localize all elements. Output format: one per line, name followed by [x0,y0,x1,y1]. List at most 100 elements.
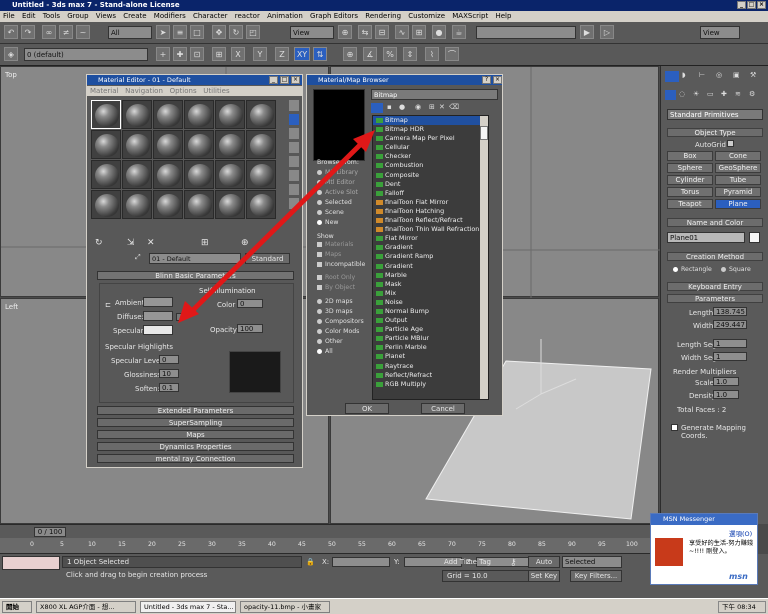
sample-slot[interactable] [91,190,121,219]
mirror-icon[interactable]: ⇆ [358,25,372,39]
cylinder-button[interactable]: Cylinder [667,175,713,185]
modify-tab-icon[interactable]: ◗ [682,71,686,79]
angle-snap-icon[interactable]: ∡ [363,47,377,61]
rollout-mental-ray[interactable]: mental ray Connection [97,454,294,463]
sample-slot[interactable] [122,130,152,159]
menu-maxscript[interactable]: MAXScript [452,12,488,20]
link-icon[interactable]: ∞ [42,25,56,39]
systems-icon[interactable]: ⚙ [749,90,755,98]
view-list-icon[interactable] [371,103,383,113]
rollout-maps[interactable]: Maps [97,430,294,439]
density-spinner[interactable]: 1.0 [713,390,739,399]
browser-help-button[interactable]: ? [482,76,491,84]
sphere-button[interactable]: Sphere [667,163,713,173]
geometry-icon[interactable] [665,90,676,100]
rollout-extended[interactable]: Extended Parameters [97,406,294,415]
opacity-spinner[interactable]: 100 [237,324,263,333]
glossiness-spinner[interactable]: 10 [159,369,179,378]
list-item[interactable]: Bitmap [373,116,488,126]
list-item[interactable]: Particle MBlur [373,334,488,343]
menu-help[interactable]: Help [495,12,511,20]
select-object-icon[interactable]: ➤ [156,25,170,39]
axis-x-button[interactable]: X [231,47,245,61]
msn-popup[interactable]: MSN Messenger 選項(O) 享受好的生活-努力賺錢~!!!! 剛登入… [650,513,758,585]
helpers-icon[interactable]: ✚ [721,90,727,98]
list-item[interactable]: Gradient Ramp [373,252,488,261]
axis-plane-icon[interactable]: ⇅ [313,47,327,61]
maxscript-listener[interactable] [2,556,60,570]
keyboard-entry-rollout[interactable]: Keyboard Entry [667,282,763,291]
rollout-supersampling[interactable]: SuperSampling [97,418,294,427]
menu-character[interactable]: Character [193,12,228,20]
percent-snap-icon[interactable]: % [383,47,397,61]
auto-key-button[interactable]: Auto Key [528,556,560,577]
rotate-icon[interactable]: ↻ [229,25,243,39]
material-editor-minimize[interactable]: _ [269,76,278,84]
list-item[interactable]: Camera Map Per Pixel [373,134,488,143]
bone-tools-icon[interactable]: ⌇ [425,47,439,61]
update-scene-icon[interactable]: ⊞ [429,103,435,111]
pick-material-icon[interactable]: ⤢ [135,253,143,262]
list-item[interactable]: Particle Age [373,325,488,334]
sample-slot[interactable] [91,160,121,189]
radio-all[interactable]: All [317,348,333,355]
menu-tools[interactable]: Tools [43,12,60,20]
sample-slot[interactable] [122,100,152,129]
diffuse-swatch[interactable] [143,311,173,321]
radio-color-mods[interactable]: Color Mods [317,328,359,335]
me-menu-material[interactable]: Material [90,87,118,95]
view-large-icons-icon[interactable]: ◉ [415,103,421,111]
track-bar[interactable]: 0 5 10 15 20 25 30 35 40 45 50 55 60 65 … [0,538,660,554]
material-editor-icon[interactable]: ● [432,25,446,39]
delete-from-lib-icon[interactable]: ✕ [439,103,445,111]
specular-swatch[interactable] [143,325,173,335]
sample-slot[interactable] [122,190,152,219]
me-menu-utilities[interactable]: Utilities [203,87,229,95]
browser-cancel-button[interactable]: Cancel [421,403,465,414]
quick-render-icon[interactable]: ▶ [580,25,594,39]
object-color-swatch[interactable] [749,232,760,243]
length-spinner[interactable]: 138.745 [713,307,747,316]
geosphere-button[interactable]: GeoSphere [715,163,761,173]
axis-z-button[interactable]: Z [275,47,289,61]
list-item[interactable]: finalToon Reflect/Refract [373,216,488,225]
list-item[interactable]: Planet [373,352,488,361]
get-material-icon[interactable]: ↻ [95,238,103,248]
browser-name-field[interactable]: Bitmap [371,89,498,100]
display-tab-icon[interactable]: ▣ [733,71,740,79]
list-item[interactable]: Cellular [373,143,488,152]
layer-props-icon[interactable]: ⊞ [212,47,226,61]
radio-other[interactable]: Other [317,338,343,345]
align-icon[interactable]: ⊟ [375,25,389,39]
list-item[interactable]: RGB Multiply [373,380,488,389]
primitive-category-dropdown[interactable]: Standard Primitives [667,109,763,120]
menu-rendering[interactable]: Rendering [365,12,401,20]
list-item[interactable]: Dent [373,180,488,189]
browser-close-button[interactable]: × [493,76,502,84]
list-item[interactable]: Normal Bump [373,307,488,316]
spec-level-spinner[interactable]: 0 [159,355,179,364]
list-scroll-thumb[interactable] [480,126,488,140]
msn-options-link[interactable]: 選項(O) [729,528,752,538]
key-filters-button[interactable]: Key Filters... [570,570,622,582]
render-last-icon[interactable]: ▷ [600,25,614,39]
shapes-icon[interactable]: ◌ [679,90,685,98]
menu-animation[interactable]: Animation [267,12,303,20]
curve-editor-icon[interactable]: ∿ [395,25,409,39]
ambient-lock-icon[interactable]: ⊏ [105,301,111,309]
spacewarps-icon[interactable]: ≋ [735,90,741,98]
time-slider[interactable]: 0 / 100 [0,524,660,538]
start-button[interactable]: 開始 [2,601,32,613]
bind-spacewarp-icon[interactable]: ~ [76,25,90,39]
taskbar-item[interactable]: X800 XL AGP介面 - 想... [36,601,136,613]
menu-reactor[interactable]: reactor [235,12,260,20]
list-item[interactable]: finalToon Hatching [373,207,488,216]
list-item[interactable]: Composite [373,171,488,180]
time-slider-thumb[interactable]: 0 / 100 [34,527,66,537]
list-item[interactable]: Output [373,316,488,325]
list-item[interactable]: Falloff [373,189,488,198]
redo-icon[interactable]: ↷ [21,25,35,39]
creation-method-rollout[interactable]: Creation Method [667,252,763,261]
menu-customize[interactable]: Customize [408,12,445,20]
list-item[interactable]: Noise [373,298,488,307]
